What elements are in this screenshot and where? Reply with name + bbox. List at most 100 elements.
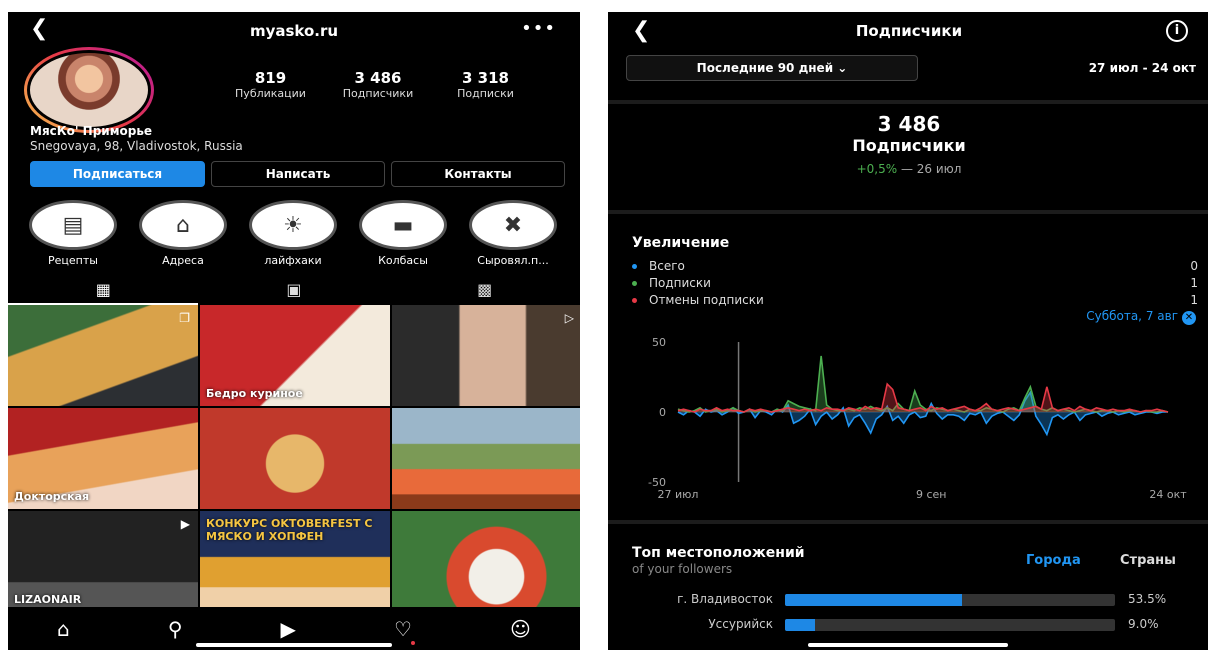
post-tile[interactable] <box>200 408 390 509</box>
location-name: г. Владивосток <box>677 592 773 606</box>
profile-address[interactable]: Snegovaya, 98, Vladivostok, Russia <box>30 139 243 153</box>
location-row: Уссурийск 9.0% <box>608 615 1208 635</box>
clear-selection-icon[interactable]: ✕ <box>1182 311 1196 325</box>
stat-following[interactable]: 3 318 Подписки <box>433 69 538 100</box>
growth-chart[interactable]: 500-5027 июл 9 сен 24 окт <box>608 332 1208 512</box>
multi-icon: ❐ <box>179 311 190 325</box>
post-caption: Бедро куриное <box>206 387 303 400</box>
highlight-recipes[interactable]: ▤ Рецепты <box>26 200 120 267</box>
post-tile[interactable]: LIZAONAIR ▶ <box>8 511 198 612</box>
message-button[interactable]: Написать <box>211 161 385 187</box>
post-tile[interactable]: Докторская <box>8 408 198 509</box>
x-tick-label: 24 окт <box>1149 488 1187 501</box>
location-percent: 53.5% <box>1128 592 1167 606</box>
highlight-addresses[interactable]: ⌂ Адреса <box>136 200 230 267</box>
stat-followers-count: 3 486 <box>354 69 402 87</box>
post-tile[interactable]: ▷ <box>392 305 580 406</box>
delta-date: — 26 июл <box>897 162 962 176</box>
followers-total: 3 486 <box>877 112 941 136</box>
x-tick-label: 27 июл <box>658 488 699 501</box>
grid-icon[interactable]: ▦ <box>96 280 111 299</box>
home-indicator <box>196 643 392 647</box>
tab-cities[interactable]: Города <box>1026 553 1081 568</box>
highlight-lifehacks[interactable]: ☀ лайфхаки <box>246 200 340 267</box>
post-tile[interactable]: Бедро куриное <box>200 305 390 406</box>
post-tile[interactable] <box>392 511 580 612</box>
heart-icon[interactable]: ♡ <box>394 617 412 641</box>
stat-posts[interactable]: 819 Публикации <box>218 69 323 100</box>
post-tile[interactable] <box>392 408 580 509</box>
divider <box>608 210 1208 214</box>
legend-label: Отмены подписки <box>649 293 764 307</box>
stat-followers[interactable]: 3 486 Подписчики <box>326 69 431 100</box>
post-caption: Докторская <box>14 490 90 503</box>
reels-icon[interactable]: ▶ <box>281 617 296 641</box>
chart-legend: Всего 0 Подписки 1 Отмены подписки 1 <box>632 259 1198 310</box>
y-tick-label: 0 <box>659 406 666 419</box>
divider <box>608 520 1208 524</box>
series-area <box>678 356 1168 412</box>
growth-title: Увеличение <box>632 235 730 251</box>
profile-icon[interactable]: ☺ <box>510 617 531 641</box>
book-icon: ▤ <box>29 200 117 250</box>
x-tick-label: 9 сен <box>916 488 947 501</box>
profile-screen: ❮ myasko.ru ••• 819 Публикации 3 486 Под… <box>8 12 580 650</box>
highlight-cured[interactable]: ✖ Сыровял.п... <box>466 200 560 267</box>
selected-date-label: Суббота, 7 авг <box>1086 309 1178 323</box>
tagged-icon[interactable]: ▩ <box>477 280 492 299</box>
legend-unfollows: Отмены подписки 1 <box>632 293 1198 310</box>
avatar[interactable] <box>24 47 154 133</box>
posts-grid: ❐ Бедро куриное ▷ Докторская LIZAONAIR ▶ … <box>8 305 580 612</box>
notification-dot <box>411 641 415 645</box>
profile-name: МясКо' Приморье <box>30 124 153 138</box>
location-bar-fill <box>785 619 815 631</box>
profile-username: myasko.ru <box>249 22 339 40</box>
follow-button[interactable]: Подписаться <box>30 161 205 187</box>
location-bar <box>785 619 1115 631</box>
highlight-label: Адреса <box>162 254 204 267</box>
legend-label: Подписки <box>649 276 711 290</box>
search-icon[interactable]: ⚲ <box>168 617 183 641</box>
divider <box>608 100 1208 104</box>
contacts-button[interactable]: Контакты <box>391 161 565 187</box>
sausage-icon: ▬ <box>359 200 447 250</box>
tab-countries[interactable]: Страны <box>1120 553 1176 568</box>
selected-date: Суббота, 7 авг ✕ <box>1086 309 1196 325</box>
highlight-label: Сыровял.п... <box>477 254 549 267</box>
y-tick-label: 50 <box>652 336 666 349</box>
play-icon: ▶ <box>180 517 190 531</box>
profile-stats: 819 Публикации 3 486 Подписчики 3 318 По… <box>218 69 538 100</box>
highlight-sausages[interactable]: ▬ Колбасы <box>356 200 450 267</box>
info-icon[interactable]: i <box>1166 20 1188 42</box>
location-bar <box>785 594 1115 606</box>
date-range: 27 июл - 24 окт <box>1088 61 1196 75</box>
home-icon: ⌂ <box>139 200 227 250</box>
post-tile[interactable]: КОНКУРС OKTOBERFEST С МЯСКО И ХОПФЕН <box>200 511 390 612</box>
followers-total-label: Подписчики <box>852 136 966 155</box>
legend-label: Всего <box>649 259 685 273</box>
stat-posts-count: 819 <box>254 69 287 87</box>
profile-header: ❮ myasko.ru ••• <box>8 12 580 50</box>
more-options-icon[interactable]: ••• <box>521 18 556 39</box>
story-highlights: ▤ Рецепты ⌂ Адреса ☀ лайфхаки ▬ Колбасы … <box>26 200 560 267</box>
series-line <box>677 355 1169 413</box>
igtv-icon[interactable]: ▣ <box>286 280 301 299</box>
legend-value: 0 <box>1190 259 1198 273</box>
stat-following-count: 3 318 <box>462 69 509 87</box>
home-icon[interactable]: ⌂ <box>57 617 70 641</box>
highlight-label: Колбасы <box>378 254 428 267</box>
reel-icon: ▷ <box>564 311 574 325</box>
post-caption: КОНКУРС OKTOBERFEST С МЯСКО И ХОПФЕН <box>206 517 373 543</box>
location-row: г. Владивосток 53.5% <box>608 590 1208 610</box>
post-caption: LIZAONAIR <box>14 593 82 606</box>
legend-follows: Подписки 1 <box>632 276 1198 293</box>
cross-icon: ✖ <box>469 200 557 250</box>
legend-total: Всего 0 <box>632 259 1198 276</box>
legend-value: 1 <box>1190 293 1198 307</box>
location-name: Уссурийск <box>708 617 773 631</box>
delta-value: +0,5% <box>856 162 898 176</box>
post-tile[interactable]: ❐ <box>8 305 198 406</box>
period-dropdown[interactable]: Последние 90 дней ⌄ <box>626 55 918 81</box>
highlight-label: Рецепты <box>48 254 98 267</box>
home-indicator <box>808 643 1008 647</box>
